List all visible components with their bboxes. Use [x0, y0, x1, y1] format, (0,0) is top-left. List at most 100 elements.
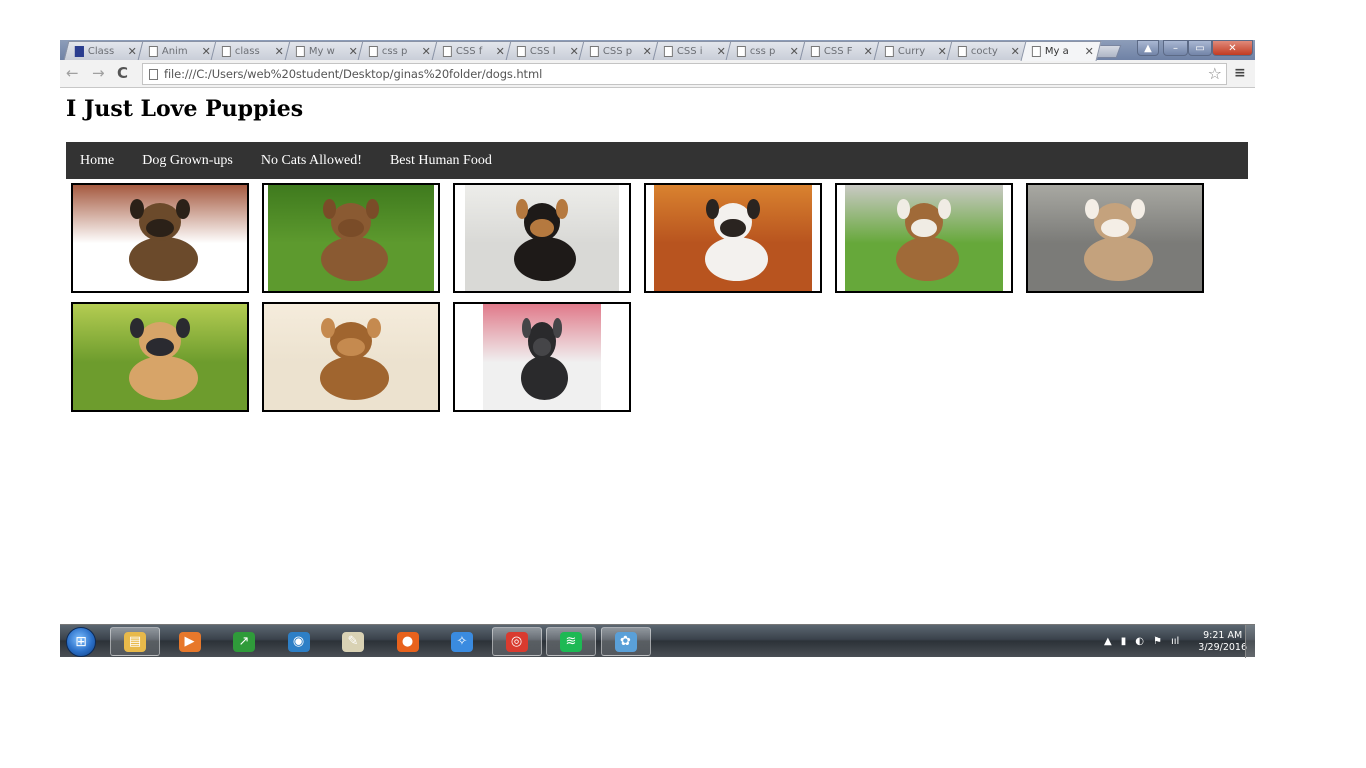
page-favicon-icon	[663, 45, 673, 57]
chrome-taskbar-button[interactable]: ◎	[491, 627, 542, 656]
tab-close-icon[interactable]: ✕	[348, 45, 357, 58]
puppy-sleeping-in-sand-photo	[262, 302, 440, 412]
address-bar[interactable]: file:///C:/Users/web%20student/Desktop/g…	[142, 63, 1227, 85]
page-favicon-icon	[369, 45, 379, 57]
moodle-favicon-icon	[74, 45, 84, 57]
page-favicon-icon	[442, 45, 452, 57]
dog-ear-right	[552, 318, 563, 338]
tab-close-icon[interactable]: ✕	[643, 45, 652, 58]
clock[interactable]: 9:21 AM 3/29/2016	[1198, 630, 1247, 654]
show-hidden-icons-icon[interactable]: ▲	[1104, 636, 1112, 647]
husky-puppy-on-rock-photo	[1026, 183, 1204, 293]
back-arrow-icon[interactable]: ←	[66, 65, 79, 81]
browser-tab[interactable]: css p ✕	[358, 41, 439, 60]
tab-title: CSS F	[823, 45, 853, 57]
page-favicon-icon	[222, 45, 232, 57]
two-dachshunds-photo	[262, 183, 440, 293]
dog-muzzle	[1101, 219, 1129, 237]
firefox-icon: ●	[396, 631, 419, 652]
flag-icon[interactable]: ⚑	[1153, 636, 1162, 647]
tab-close-icon[interactable]: ✕	[496, 45, 505, 58]
spotify-taskbar-button[interactable]: ≋	[546, 627, 596, 656]
browser-tab[interactable]: CSS f ✕	[431, 41, 513, 60]
dog-muzzle	[146, 338, 174, 356]
browser-tab[interactable]: Curry ✕	[873, 41, 954, 60]
dog-muzzle	[529, 219, 555, 237]
tab-close-icon[interactable]: ✕	[128, 45, 137, 58]
page-favicon-icon	[810, 45, 820, 57]
notepad-taskbar-button[interactable]: ✎	[328, 627, 378, 656]
dog-body	[704, 237, 768, 281]
dog-ear-right	[555, 199, 569, 219]
tab-close-icon[interactable]: ✕	[864, 45, 873, 58]
media-player-taskbar-button[interactable]: ▶	[165, 627, 215, 656]
tab-close-icon[interactable]: ✕	[937, 45, 946, 58]
black-pug-photo	[453, 302, 631, 412]
tab-close-icon[interactable]: ✕	[1011, 45, 1020, 58]
nav-link-best-human-food[interactable]: Best Human Food	[390, 153, 492, 169]
browser-tab[interactable]: class ✕	[210, 41, 292, 60]
tab-title: CSS l	[529, 45, 556, 57]
network-app-icon: ◉	[287, 631, 310, 652]
dog-ear-left	[897, 199, 910, 219]
tab-close-icon[interactable]: ✕	[716, 45, 725, 58]
action-center-icon[interactable]: ▮	[1121, 636, 1127, 647]
chrome-icon: ◎	[505, 631, 528, 652]
reload-icon[interactable]: C	[117, 65, 128, 81]
url-text[interactable]: file:///C:/Users/web%20student/Desktop/g…	[164, 67, 542, 81]
browser-tab[interactable]: Class ✕	[63, 41, 145, 60]
maximize-icon[interactable]: ▭	[1188, 40, 1212, 56]
minimize-icon[interactable]: –	[1163, 40, 1188, 56]
user-profile-icon[interactable]: ▲	[1137, 40, 1159, 56]
chihuahua-on-stairs-photo	[453, 183, 631, 293]
browser-tab[interactable]: My w ✕	[284, 41, 366, 60]
tab-close-icon[interactable]: ✕	[275, 45, 284, 58]
browser-tab[interactable]: cocty ✕	[946, 41, 1028, 60]
safari-icon: ✧	[451, 631, 473, 652]
close-window-icon[interactable]: ✕	[1212, 40, 1253, 56]
browser-tab[interactable]: Anim ✕	[137, 41, 218, 60]
finance-app-taskbar-button[interactable]: ↗	[219, 627, 269, 656]
tab-close-icon[interactable]: ✕	[569, 45, 578, 58]
start-button[interactable]: ⊞	[66, 627, 96, 657]
tab-close-icon[interactable]: ✕	[790, 45, 799, 58]
dog-body	[128, 237, 199, 281]
paint-taskbar-button[interactable]: ✿	[600, 627, 651, 656]
dog-muzzle	[911, 219, 937, 237]
browser-tab[interactable]: CSS p ✕	[578, 41, 660, 60]
browser-tab[interactable]: CSS i ✕	[652, 41, 734, 60]
beagle-on-grass-photo	[835, 183, 1013, 293]
clock-time: 9:21 AM	[1203, 629, 1243, 641]
network-signal-icon[interactable]: ııl	[1171, 636, 1179, 647]
tab-close-icon[interactable]: ✕	[422, 45, 431, 58]
tab-close-icon[interactable]: ✕	[1084, 45, 1093, 58]
nav-link-home[interactable]: Home	[80, 153, 114, 169]
page-title: I Just Love Puppies	[66, 96, 304, 122]
volume-icon[interactable]: ◐	[1135, 636, 1144, 647]
finance-app-icon: ↗	[233, 631, 255, 652]
firefox-taskbar-button[interactable]: ●	[383, 627, 433, 656]
dog-ear-right	[365, 199, 380, 219]
photo-content	[1028, 185, 1202, 291]
browser-tab[interactable]: css p ✕	[726, 41, 807, 60]
nav-link-dog-grown-ups[interactable]: Dog Grown-ups	[142, 153, 233, 169]
show-desktop-button[interactable]	[1245, 625, 1255, 658]
tab-title: class	[235, 45, 260, 57]
browser-tab[interactable]: My a ✕	[1020, 41, 1102, 61]
browser-tab[interactable]: CSS l ✕	[505, 41, 586, 60]
browser-tab[interactable]: CSS F ✕	[799, 41, 881, 60]
dog-muzzle	[146, 219, 174, 237]
yorkie-in-cup-photo	[71, 183, 249, 293]
windows-explorer-taskbar-button[interactable]: ▤	[110, 627, 160, 656]
chrome-menu-icon[interactable]: ≡	[1234, 65, 1246, 81]
page-icon	[149, 68, 158, 80]
paint-icon: ✿	[614, 631, 637, 652]
network-app-taskbar-button[interactable]: ◉	[274, 627, 324, 656]
safari-taskbar-button[interactable]: ✧	[437, 627, 487, 656]
browser-toolbar: ← → C file:///C:/Users/web%20student/Des…	[60, 60, 1255, 88]
forward-arrow-icon[interactable]: →	[92, 65, 105, 81]
dog-body	[1083, 237, 1154, 281]
nav-link-no-cats-allowed[interactable]: No Cats Allowed!	[261, 153, 362, 169]
tab-close-icon[interactable]: ✕	[201, 45, 210, 58]
bookmark-star-icon[interactable]: ☆	[1208, 64, 1222, 83]
